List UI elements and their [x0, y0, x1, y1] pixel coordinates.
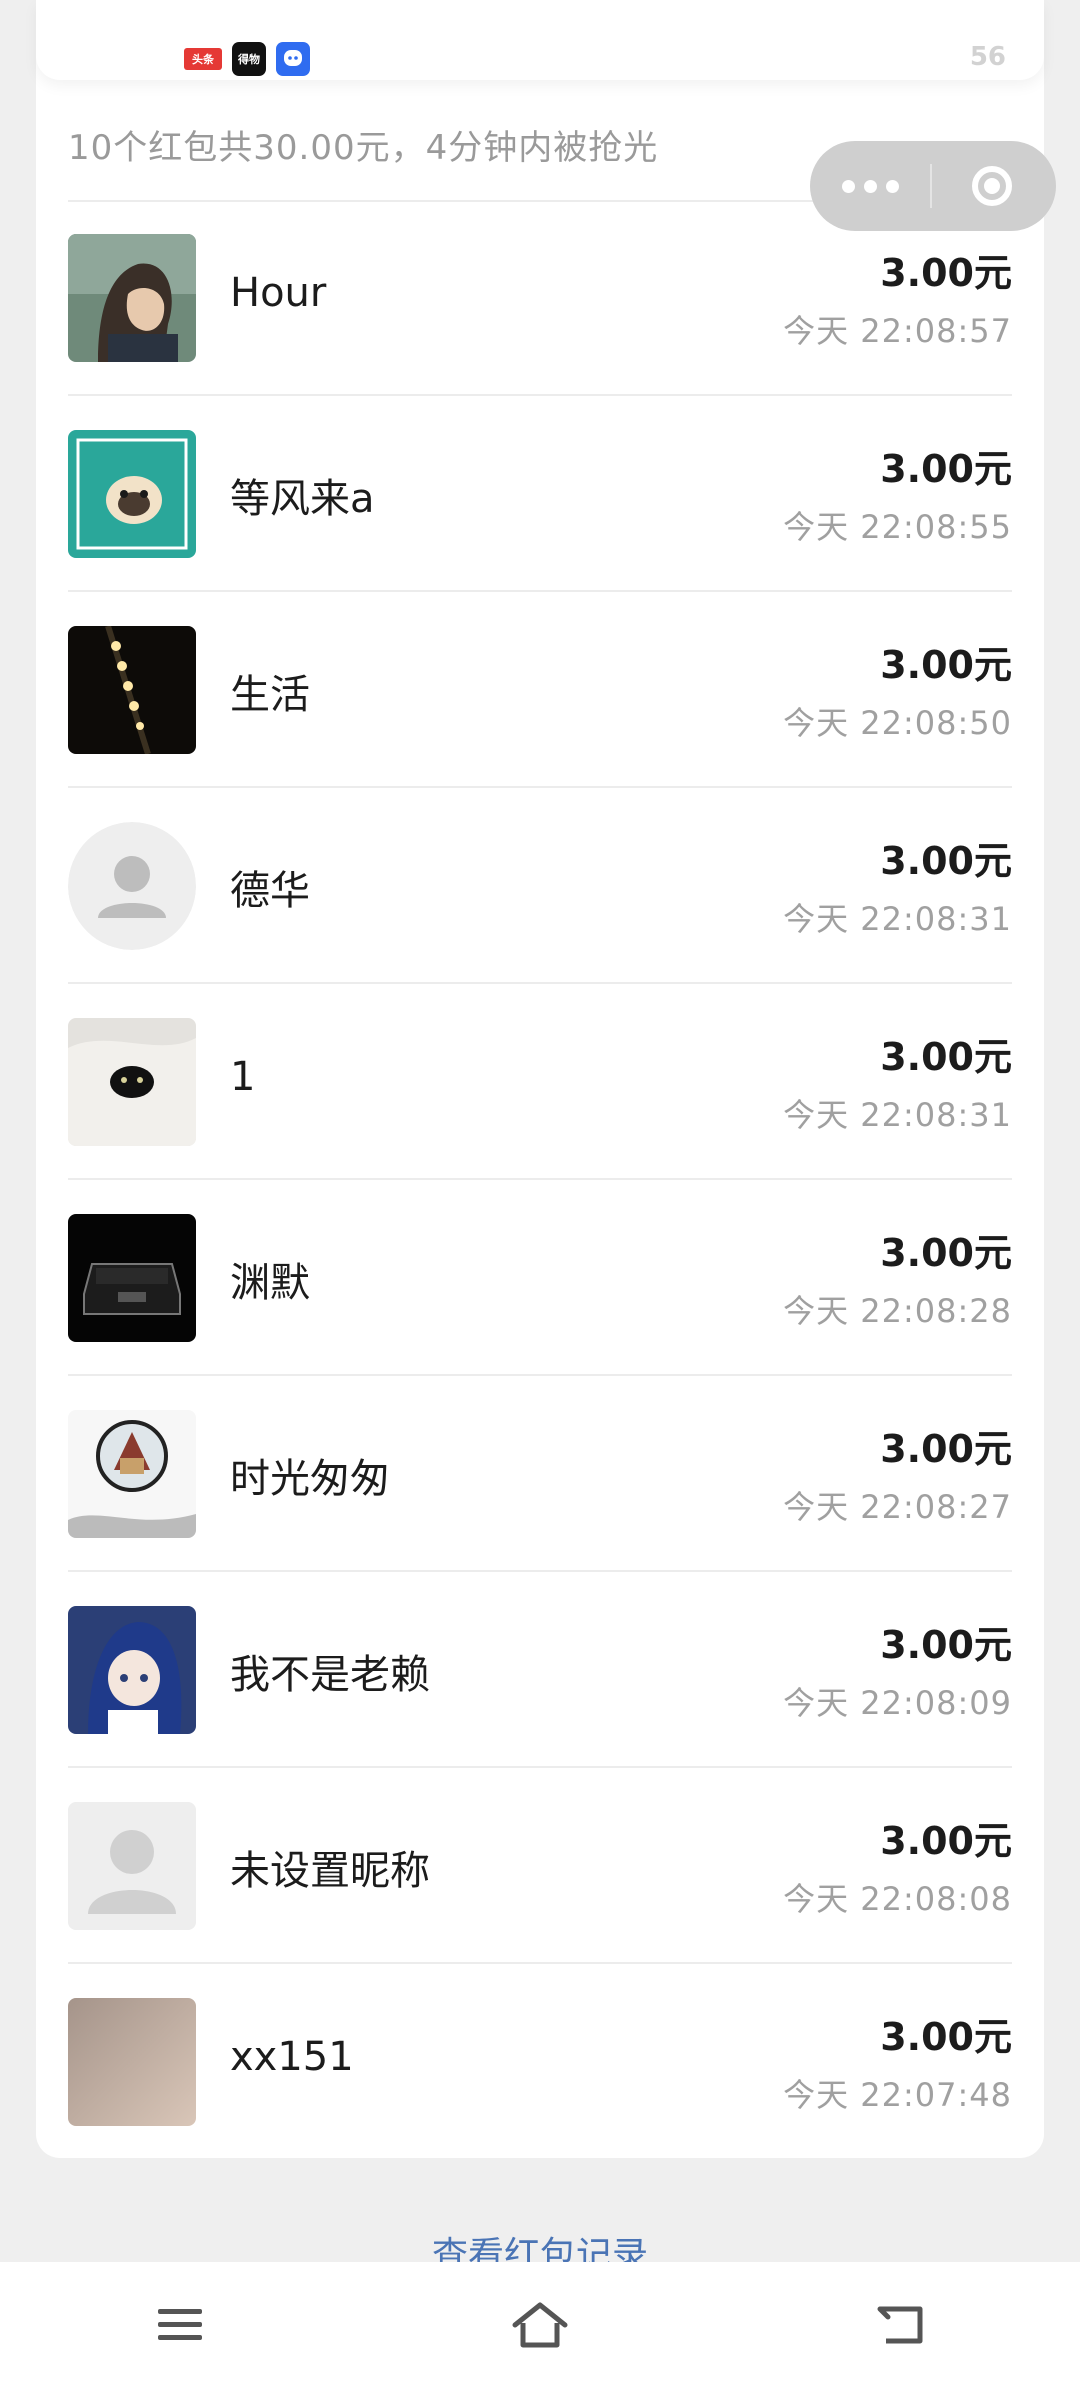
menu-icon[interactable] — [120, 2265, 240, 2385]
time-text: 今天 22:07:48 — [783, 2076, 1012, 2114]
count-text: 56 — [969, 42, 1006, 72]
receiver-name: 渊默 — [230, 1260, 310, 1306]
summary-text: 10个红包共30.00元，4分钟内被抢光 — [68, 128, 659, 168]
receiver-name: 1 — [230, 1054, 256, 1100]
time-text: 今天 22:08:50 — [783, 704, 1012, 742]
avatar[interactable] — [68, 430, 196, 558]
list-item[interactable]: 我不是老赖 3.00元 今天 22:08:09 — [68, 1572, 1012, 1768]
list-item[interactable]: 生活 3.00元 今天 22:08:50 — [68, 592, 1012, 788]
target-circle-icon[interactable] — [932, 166, 1052, 206]
previous-card-stub: 头条 得物 56 — [36, 0, 1044, 80]
back-icon[interactable] — [840, 2265, 960, 2385]
mini-program-capsule — [810, 141, 1056, 231]
amount-text: 3.00元 — [880, 1819, 1012, 1863]
chat-app-icon — [276, 42, 310, 76]
avatar[interactable] — [68, 1018, 196, 1146]
receiver-name: 德华 — [230, 868, 310, 914]
time-text: 今天 22:08:31 — [783, 900, 1012, 938]
list-item[interactable]: 未设置昵称 3.00元 今天 22:08:08 — [68, 1768, 1012, 1964]
receiver-name: Hour — [230, 270, 327, 316]
amount-text: 3.00元 — [880, 1231, 1012, 1275]
amount-text: 3.00元 — [880, 251, 1012, 295]
avatar[interactable] — [68, 1998, 196, 2126]
time-text: 今天 22:08:08 — [783, 1880, 1012, 1918]
avatar[interactable] — [68, 1606, 196, 1734]
toutiao-app-icon: 头条 — [184, 48, 222, 70]
amount-text: 3.00元 — [880, 2015, 1012, 2059]
red-packet-card: 头条 得物 56 10个红包共30.00元，4分钟内被抢光 Hour 3.00元… — [36, 0, 1044, 2158]
avatar[interactable] — [68, 1410, 196, 1538]
receiver-name: 等风来a — [230, 476, 375, 522]
amount-text: 3.00元 — [880, 839, 1012, 883]
system-nav-bar — [0, 2262, 1080, 2388]
avatar[interactable] — [68, 1214, 196, 1342]
time-text: 今天 22:08:57 — [783, 312, 1012, 350]
avatar[interactable] — [68, 626, 196, 754]
time-text: 今天 22:08:09 — [783, 1684, 1012, 1722]
time-text: 今天 22:08:55 — [783, 508, 1012, 546]
amount-text: 3.00元 — [880, 1427, 1012, 1471]
time-text: 今天 22:08:27 — [783, 1488, 1012, 1526]
amount-text: 3.00元 — [880, 643, 1012, 687]
app-icons: 头条 得物 — [184, 42, 310, 76]
receiver-list: Hour 3.00元 今天 22:08:57 等风来a 3.00元 今天 22:… — [68, 200, 1012, 2160]
list-item[interactable]: 渊默 3.00元 今天 22:08:28 — [68, 1180, 1012, 1376]
list-item[interactable]: 德华 3.00元 今天 22:08:31 — [68, 788, 1012, 984]
avatar[interactable] — [68, 234, 196, 362]
time-text: 今天 22:08:28 — [783, 1292, 1012, 1330]
amount-text: 3.00元 — [880, 1623, 1012, 1667]
amount-text: 3.00元 — [880, 1035, 1012, 1079]
default-avatar-icon[interactable] — [68, 1802, 196, 1930]
list-item[interactable]: 等风来a 3.00元 今天 22:08:55 — [68, 396, 1012, 592]
receiver-name: 我不是老赖 — [230, 1652, 430, 1698]
receiver-name: 未设置昵称 — [230, 1848, 430, 1894]
list-item[interactable]: xx151 3.00元 今天 22:07:48 — [68, 1964, 1012, 2160]
dewu-app-icon: 得物 — [232, 42, 266, 76]
receiver-name: 时光匆匆 — [230, 1456, 390, 1502]
list-item[interactable]: 1 3.00元 今天 22:08:31 — [68, 984, 1012, 1180]
list-item[interactable]: 时光匆匆 3.00元 今天 22:08:27 — [68, 1376, 1012, 1572]
more-dots-icon[interactable] — [810, 179, 930, 193]
time-text: 今天 22:08:31 — [783, 1096, 1012, 1134]
default-avatar-icon[interactable] — [68, 822, 196, 950]
receiver-name: 生活 — [230, 672, 310, 718]
amount-text: 3.00元 — [880, 447, 1012, 491]
home-icon[interactable] — [480, 2265, 600, 2385]
receiver-name: xx151 — [230, 2034, 354, 2080]
